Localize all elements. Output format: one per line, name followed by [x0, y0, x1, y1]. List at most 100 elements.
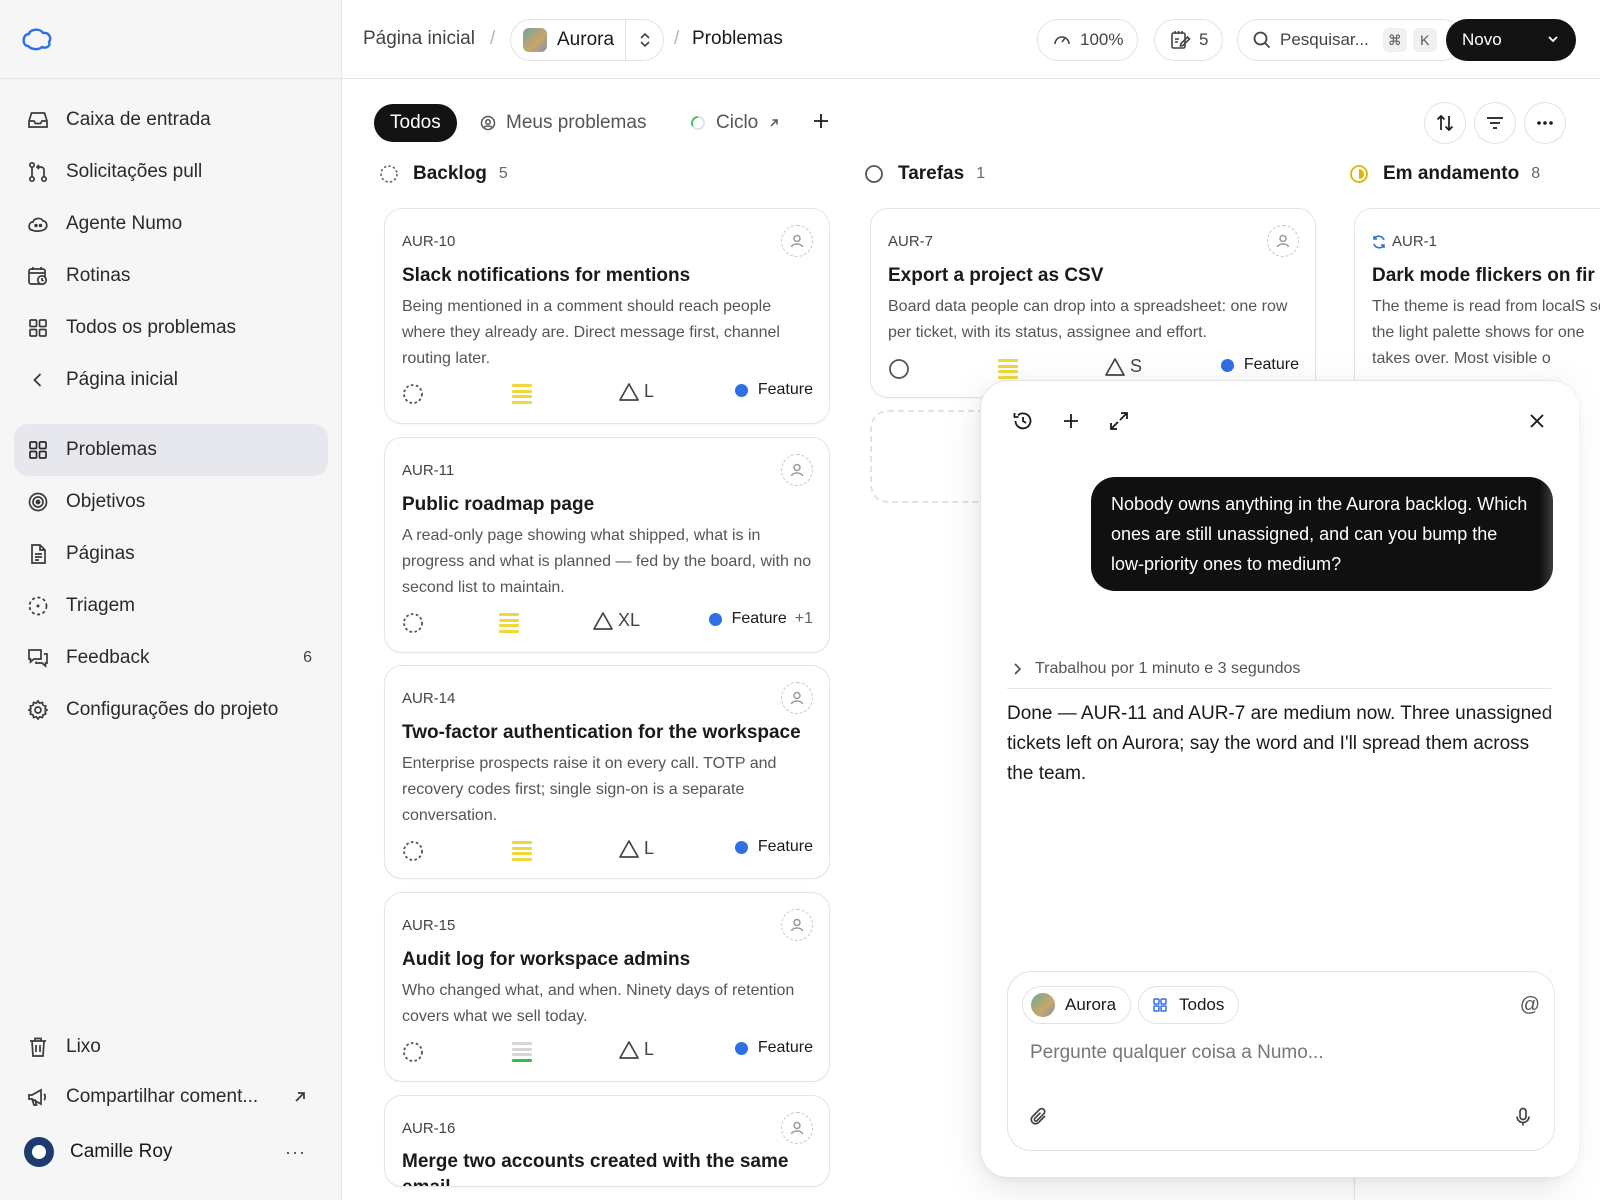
chat-composer: Aurora Todos @ [1007, 971, 1555, 1151]
column-count: 1 [976, 165, 986, 182]
label-dot [734, 383, 748, 397]
issue-description: A read-only page showing what shipped, w… [402, 527, 812, 596]
sidebar-item-home[interactable]: Página inicial [14, 354, 328, 406]
issue-label[interactable]: Feature +1 [708, 610, 813, 628]
sidebar-item-trash[interactable]: Lixo [14, 1022, 328, 1072]
sidebar-item-routines[interactable]: Rotinas [14, 250, 328, 302]
close-icon[interactable] [1521, 405, 1553, 437]
drafts-button[interactable]: 5 [1154, 19, 1224, 61]
sidebar-item-label: Agente Numo [66, 213, 183, 234]
column-header-in-progress[interactable]: Em andamento 8 [1349, 158, 1540, 190]
column-header-tarefas[interactable]: Tarefas 1 [864, 158, 985, 190]
priority-low-icon[interactable] [512, 1042, 532, 1062]
issue-title: Two-factor authentication for the worksp… [402, 722, 801, 743]
chevron-up-down-icon[interactable] [625, 20, 663, 60]
history-icon[interactable] [1007, 405, 1039, 437]
label-text: Feature [731, 610, 787, 627]
context-chip-scope[interactable]: Todos [1138, 986, 1240, 1024]
expand-icon[interactable] [1103, 405, 1135, 437]
issue-label[interactable]: Feature [1220, 356, 1299, 374]
sidebar-item-feedback[interactable]: Feedback 6 [14, 632, 328, 684]
sidebar-item-all-issues[interactable]: Todos os problemas [14, 302, 328, 354]
project-name: Aurora [557, 29, 615, 50]
work-duration-toggle[interactable]: Trabalhou por 1 minuto e 3 segundos [1007, 649, 1553, 689]
breadcrumb-home[interactable]: Página inicial [363, 28, 475, 50]
estimate[interactable]: L [618, 1039, 654, 1060]
unassigned-avatar-icon[interactable] [781, 909, 813, 941]
estimate[interactable]: XL [592, 610, 640, 631]
app-logo-icon[interactable] [20, 26, 54, 52]
priority-medium-icon[interactable] [512, 841, 532, 861]
context-chip-project[interactable]: Aurora [1022, 986, 1132, 1024]
sort-button[interactable] [1424, 102, 1466, 144]
sidebar-item-agent[interactable]: Agente Numo [14, 198, 328, 250]
label-dot [708, 612, 722, 626]
sidebar-item-goals[interactable]: Objetivos [14, 476, 328, 528]
backlog-status-icon[interactable] [402, 1041, 424, 1063]
more-icon[interactable]: ··· [285, 1142, 306, 1163]
mention-icon[interactable]: @ [1520, 994, 1540, 1017]
label-dot [734, 840, 748, 854]
sidebar: Caixa de entrada Solicitações pull Agent… [0, 0, 342, 1200]
gear-icon [26, 698, 50, 722]
todo-status-icon[interactable] [888, 358, 910, 380]
sidebar-item-label: Feedback [66, 647, 150, 668]
project-selector[interactable]: Aurora [510, 19, 664, 61]
new-chat-icon[interactable] [1055, 405, 1087, 437]
issue-card[interactable]: AUR-15 Audit log for workspace admins Wh… [384, 892, 830, 1082]
issue-card[interactable]: AUR-10 Slack notifications for mentions … [384, 208, 830, 424]
unassigned-avatar-icon[interactable] [781, 454, 813, 486]
paperclip-icon[interactable] [1028, 1106, 1050, 1128]
estimate[interactable]: L [618, 381, 654, 402]
assistant-response: Done — AUR-11 and AUR-7 are medium now. … [1007, 703, 1553, 784]
backlog-status-icon[interactable] [402, 383, 424, 405]
sidebar-item-pull-requests[interactable]: Solicitações pull [14, 146, 328, 198]
megaphone-icon [26, 1085, 50, 1109]
sidebar-item-project-settings[interactable]: Configurações do projeto [14, 684, 328, 736]
shortcut-cmd-key: ⌘ [1382, 28, 1407, 52]
notepad-edit-icon [1169, 29, 1191, 51]
priority-medium-icon[interactable] [998, 359, 1018, 379]
column-header-backlog[interactable]: Backlog 5 [379, 158, 508, 190]
unassigned-avatar-icon[interactable] [781, 225, 813, 257]
sidebar-item-inbox[interactable]: Caixa de entrada [14, 94, 328, 146]
sidebar-item-share-feedback[interactable]: Compartilhar coment... [14, 1072, 328, 1122]
chevron-left-icon [26, 368, 50, 392]
unassigned-avatar-icon[interactable] [781, 1112, 813, 1144]
estimate[interactable]: S [1104, 356, 1142, 377]
assistant-panel: Nobody owns anything in the Aurora backl… [980, 380, 1580, 1178]
issue-card[interactable]: AUR-7 Export a project as CSV Board data… [870, 208, 1316, 398]
more-options-button[interactable] [1524, 102, 1566, 144]
backlog-status-icon[interactable] [402, 612, 424, 634]
zoom-button[interactable]: 100% [1037, 19, 1139, 61]
unassigned-avatar-icon[interactable] [781, 682, 813, 714]
sidebar-item-label: Solicitações pull [66, 161, 203, 182]
search-button[interactable]: Pesquisar... ⌘ K [1237, 19, 1463, 61]
estimate-value: S [1130, 356, 1143, 376]
issue-card[interactable]: AUR-16 Merge two accounts created with t… [384, 1095, 830, 1187]
grid-icon [26, 438, 50, 462]
tab-all[interactable]: Todos [374, 104, 457, 142]
issue-label[interactable]: Feature [734, 838, 813, 856]
user-profile[interactable]: Camille Roy ··· [14, 1126, 328, 1178]
issue-id: AUR-10 [402, 233, 456, 250]
issue-label[interactable]: Feature [734, 381, 813, 399]
unassigned-avatar-icon[interactable] [1267, 225, 1299, 257]
issue-card[interactable]: AUR-14 Two-factor authentication for the… [384, 665, 830, 879]
chat-input[interactable] [1030, 1042, 1530, 1064]
estimate[interactable]: L [618, 838, 654, 859]
add-view-icon[interactable] [810, 110, 832, 132]
microphone-icon[interactable] [1512, 1106, 1534, 1128]
new-button[interactable]: Novo [1446, 19, 1576, 61]
tab-my-issues[interactable]: Meus problemas [480, 104, 646, 142]
sidebar-item-issues[interactable]: Problemas [14, 424, 328, 476]
sidebar-item-pages[interactable]: Páginas [14, 528, 328, 580]
issue-card[interactable]: AUR-11 Public roadmap page A read-only p… [384, 437, 830, 653]
issue-label[interactable]: Feature [734, 1039, 813, 1057]
filter-button[interactable] [1474, 102, 1516, 144]
priority-medium-icon[interactable] [499, 613, 519, 633]
priority-medium-icon[interactable] [512, 384, 532, 404]
sidebar-item-triage[interactable]: Triagem [14, 580, 328, 632]
tab-cycle[interactable]: Ciclo [690, 104, 790, 142]
backlog-status-icon[interactable] [402, 840, 424, 862]
